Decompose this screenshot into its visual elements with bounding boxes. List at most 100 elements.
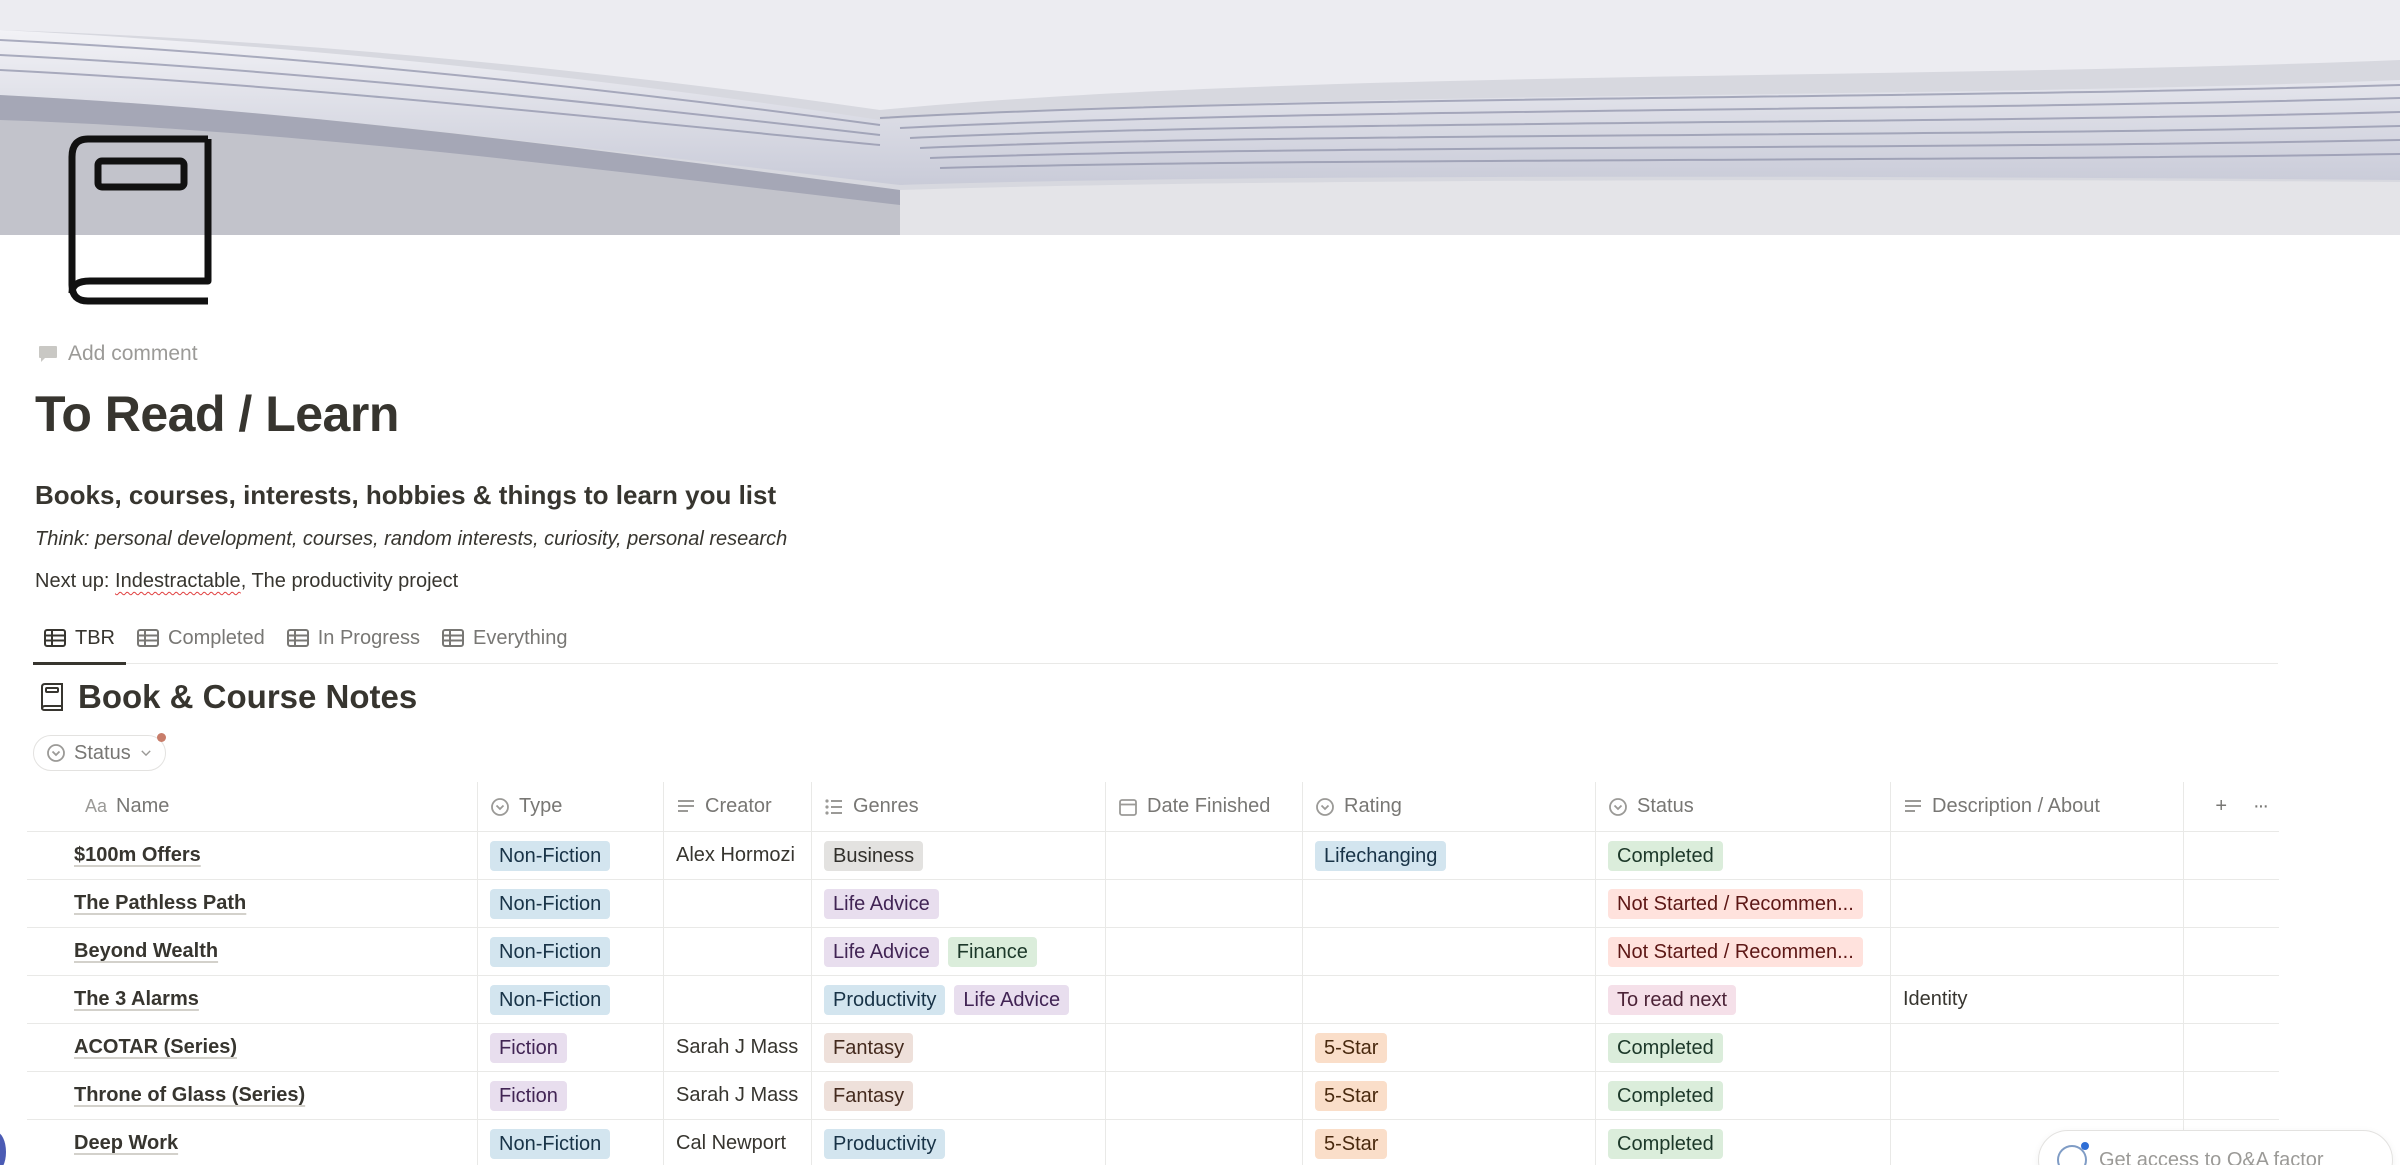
status-cell[interactable]: Completed: [1596, 1120, 1891, 1165]
type-cell[interactable]: Non-Fiction: [478, 928, 664, 975]
date-finished-cell[interactable]: [1106, 1072, 1303, 1119]
date-finished-cell[interactable]: [1106, 1024, 1303, 1071]
type-tag: Non-Fiction: [490, 888, 611, 919]
status-tag: Not Started / Recommen...: [1608, 888, 1863, 919]
rating-cell[interactable]: 5-Star: [1303, 1120, 1596, 1165]
qa-access-widget[interactable]: Get access to Q&A factor: [2038, 1130, 2393, 1165]
creator-cell[interactable]: [664, 976, 812, 1023]
description-cell[interactable]: [1891, 880, 2184, 927]
rating-cell[interactable]: [1303, 928, 1596, 975]
col-rating[interactable]: Rating: [1303, 782, 1596, 831]
add-property-icon[interactable]: +: [2215, 795, 2227, 818]
col-type[interactable]: Type: [478, 782, 664, 831]
genres-cell[interactable]: Business: [812, 832, 1106, 879]
col-creator[interactable]: Creator: [664, 782, 812, 831]
help-bubble[interactable]: [0, 1132, 6, 1165]
col-date-finished[interactable]: Date Finished: [1106, 782, 1303, 831]
row-name[interactable]: The Pathless Path: [74, 892, 246, 915]
add-comment-button[interactable]: Add comment: [38, 342, 198, 366]
tab-tbr[interactable]: TBR: [33, 612, 126, 665]
creator-cell[interactable]: Alex Hormozi: [664, 832, 812, 879]
row-name[interactable]: $100m Offers: [74, 844, 201, 867]
description-cell[interactable]: [1891, 928, 2184, 975]
row-name[interactable]: Beyond Wealth: [74, 940, 218, 963]
tab-completed[interactable]: Completed: [126, 612, 276, 664]
status-cell[interactable]: Not Started / Recommen...: [1596, 880, 1891, 927]
name-cell[interactable]: Deep Work: [27, 1120, 478, 1165]
rating-cell[interactable]: 5-Star: [1303, 1072, 1596, 1119]
status-filter[interactable]: Status: [33, 733, 166, 771]
description-cell[interactable]: [1891, 1024, 2184, 1071]
creator-cell[interactable]: Sarah J Mass: [664, 1024, 812, 1071]
genres-cell[interactable]: Fantasy: [812, 1024, 1106, 1071]
status-cell[interactable]: Completed: [1596, 1024, 1891, 1071]
genres-cell[interactable]: Life Advice Finance: [812, 928, 1106, 975]
rating-cell[interactable]: [1303, 976, 1596, 1023]
creator-cell[interactable]: [664, 928, 812, 975]
type-cell[interactable]: Non-Fiction: [478, 976, 664, 1023]
table-row[interactable]: $100m Offers Non-Fiction Alex Hormozi Bu…: [27, 832, 2279, 880]
table-row[interactable]: Throne of Glass (Series) Fiction Sarah J…: [27, 1072, 2279, 1120]
type-cell[interactable]: Non-Fiction: [478, 832, 664, 879]
genres-cell[interactable]: Productivity Life Advice: [812, 976, 1106, 1023]
status-cell[interactable]: Completed: [1596, 1072, 1891, 1119]
row-name[interactable]: ACOTAR (Series): [74, 1036, 237, 1059]
extra-cell: [2184, 832, 2279, 879]
date-finished-cell[interactable]: [1106, 880, 1303, 927]
date-finished-cell[interactable]: [1106, 1120, 1303, 1165]
rating-cell[interactable]: [1303, 880, 1596, 927]
tab-in-progress[interactable]: In Progress: [276, 612, 431, 664]
date-finished-cell[interactable]: [1106, 928, 1303, 975]
name-cell[interactable]: Beyond Wealth: [27, 928, 478, 975]
creator-cell[interactable]: Sarah J Mass: [664, 1072, 812, 1119]
creator-cell[interactable]: [664, 880, 812, 927]
view-tabs: TBR Completed In Progress Everything: [33, 612, 2278, 665]
more-options-icon[interactable]: ···: [2253, 795, 2269, 818]
creator-text: Alex Hormozi: [676, 844, 795, 866]
table-row[interactable]: Beyond Wealth Non-Fiction Life Advice Fin…: [27, 928, 2279, 976]
name-cell[interactable]: $100m Offers: [27, 832, 478, 879]
description-cell[interactable]: Identity: [1891, 976, 2184, 1023]
rating-cell[interactable]: Lifechanging: [1303, 832, 1596, 879]
book-icon[interactable]: [68, 135, 212, 305]
name-cell[interactable]: The Pathless Path: [27, 880, 478, 927]
col-description[interactable]: Description / About: [1891, 782, 2184, 831]
database-title[interactable]: Book & Course Notes: [40, 678, 417, 716]
type-cell[interactable]: Non-Fiction: [478, 1120, 664, 1165]
next-up-link[interactable]: Indestractable: [115, 570, 241, 592]
type-tag: Non-Fiction: [490, 1128, 611, 1159]
genre-tag: Life Advice: [824, 888, 939, 919]
col-genres[interactable]: Genres: [812, 782, 1106, 831]
status-cell[interactable]: Completed: [1596, 832, 1891, 879]
name-cell[interactable]: ACOTAR (Series): [27, 1024, 478, 1071]
status-cell[interactable]: To read next: [1596, 976, 1891, 1023]
genres-cell[interactable]: Life Advice: [812, 880, 1106, 927]
col-name[interactable]: Aa Name: [27, 782, 478, 831]
select-icon: [1609, 797, 1627, 816]
type-cell[interactable]: Non-Fiction: [478, 880, 664, 927]
description-cell[interactable]: [1891, 1072, 2184, 1119]
date-finished-cell[interactable]: [1106, 976, 1303, 1023]
status-cell[interactable]: Not Started / Recommen...: [1596, 928, 1891, 975]
genres-cell[interactable]: Productivity: [812, 1120, 1106, 1165]
rating-cell[interactable]: 5-Star: [1303, 1024, 1596, 1071]
genre-tag: Life Advice: [824, 936, 939, 967]
row-name[interactable]: Throne of Glass (Series): [74, 1084, 305, 1107]
type-cell[interactable]: Fiction: [478, 1024, 664, 1071]
tab-everything[interactable]: Everything: [431, 612, 579, 664]
name-cell[interactable]: The 3 Alarms: [27, 976, 478, 1023]
description-cell[interactable]: [1891, 832, 2184, 879]
table-row[interactable]: Deep Work Non-Fiction Cal Newport Produc…: [27, 1120, 2279, 1165]
row-name[interactable]: Deep Work: [74, 1132, 178, 1155]
table-row[interactable]: The 3 Alarms Non-Fiction Productivity Lif…: [27, 976, 2279, 1024]
table-row[interactable]: The Pathless Path Non-Fiction Life Advic…: [27, 880, 2279, 928]
creator-cell[interactable]: Cal Newport: [664, 1120, 812, 1165]
col-status[interactable]: Status: [1596, 782, 1891, 831]
genres-cell[interactable]: Fantasy: [812, 1072, 1106, 1119]
name-cell[interactable]: Throne of Glass (Series): [27, 1072, 478, 1119]
table-row[interactable]: ACOTAR (Series) Fiction Sarah J Mass Fan…: [27, 1024, 2279, 1072]
type-cell[interactable]: Fiction: [478, 1072, 664, 1119]
chevron-down-icon: [141, 750, 151, 757]
date-finished-cell[interactable]: [1106, 832, 1303, 879]
row-name[interactable]: The 3 Alarms: [74, 988, 199, 1011]
